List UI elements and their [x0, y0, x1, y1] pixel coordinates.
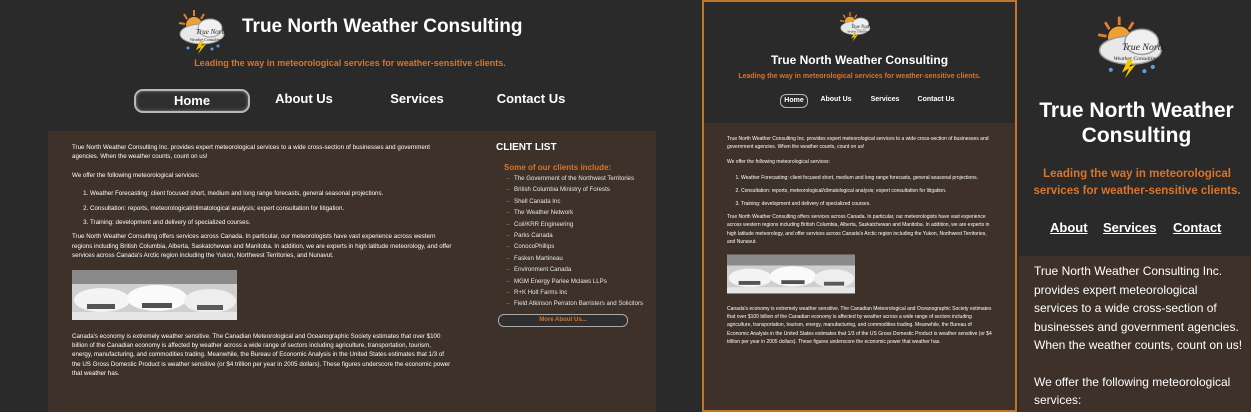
tablet-view: True North Weather Consulting True North… [702, 0, 1017, 412]
nav-services[interactable]: Services [382, 89, 452, 109]
site-logo-icon[interactable]: True North Weather Consulting [1094, 10, 1178, 87]
main-article: True North Weather Consulting Inc. provi… [727, 135, 992, 353]
client-item: Parks Canada [506, 232, 646, 241]
client-item: The Weather Network [506, 209, 646, 218]
content-area: True North Weather Consulting Inc. provi… [48, 131, 656, 412]
site-logo-icon[interactable]: True North Weather Consulting [176, 8, 236, 59]
services-list: Weather Forecasting: client focused shor… [727, 174, 992, 209]
economy-paragraph: Canada's economy is extremely weather se… [72, 332, 451, 378]
client-item: Coil/KRR Engineering [506, 221, 646, 230]
intro-paragraph: True North Weather Consulting Inc. provi… [727, 136, 989, 151]
client-item: Field Atkinson Perraton Barristers and S… [506, 300, 646, 309]
client-item: Fasken Martineau [506, 255, 646, 264]
main-nav: About Services Contact [1019, 220, 1251, 238]
offer-heading: We offer the following meteorological se… [1034, 374, 1231, 408]
nav-contact[interactable]: Contact Us [912, 94, 960, 106]
content-area: True North Weather Consulting Inc. provi… [704, 123, 1015, 410]
service-item: Consultation: reports, meteorological/cl… [741, 187, 992, 195]
site-logo-icon[interactable]: True North Weather Consulting [838, 10, 878, 47]
client-item: R+K Holt Farms Inc [506, 289, 646, 298]
nav-services[interactable]: Services [866, 94, 904, 106]
offer-heading: We offer the following meteorological se… [72, 171, 200, 179]
snow-cars-photo [72, 269, 237, 320]
snow-cars-photo [727, 254, 855, 294]
main-nav: Home About Us Services Contact Us [0, 89, 700, 113]
service-item: Weather Forecasting: client focused shor… [90, 189, 452, 198]
client-item: Shell Canada Inc [506, 198, 646, 207]
nav-contact[interactable]: Contact Us [490, 89, 572, 109]
nav-about[interactable]: About Us [816, 94, 856, 106]
nav-home[interactable]: Home [134, 89, 250, 113]
svg-text:Weather Consulting: Weather Consulting [847, 31, 869, 34]
nav-services[interactable]: Services [1103, 220, 1157, 235]
more-about-us-button[interactable]: More About Us... [498, 313, 628, 327]
coverage-paragraph: True North Weather Consulting offers ser… [72, 233, 452, 260]
client-item: British Columbia Ministry of Forests [506, 186, 646, 195]
offer-heading: We offer the following meteorological se… [727, 159, 830, 166]
svg-text:True North: True North [1122, 42, 1165, 53]
client-item: Environment Canada [506, 266, 646, 275]
nav-about[interactable]: About [1050, 220, 1088, 235]
client-item: The Government of the Northwest Territor… [506, 175, 646, 184]
mobile-view: True North Weather Consulting True North… [1019, 0, 1251, 412]
client-list-subheading: Some of our clients include: [504, 163, 612, 172]
client-list-heading: CLIENT LIST [496, 142, 557, 153]
svg-text:True North: True North [196, 28, 227, 36]
main-article: True North Weather Consulting Inc. provi… [72, 143, 452, 388]
content-area: True North Weather Consulting Inc. provi… [1019, 256, 1251, 412]
client-item: ConocoPhillips [506, 243, 646, 252]
main-nav: Home About Us Services Contact Us [704, 94, 1015, 108]
svg-text:Weather Consulting: Weather Consulting [190, 37, 222, 42]
economy-paragraph: Canada's economy is extremely weather se… [727, 306, 992, 345]
site-title: True North Weather Consulting [770, 53, 949, 67]
intro-paragraph: True North Weather Consulting Inc. provi… [72, 144, 431, 161]
service-item: Weather Forecasting: client focused shor… [741, 174, 992, 182]
nav-contact[interactable]: Contact [1173, 220, 1221, 235]
services-list: Weather Forecasting: client focused shor… [72, 189, 452, 227]
desktop-view: True North Weather Consulting True North… [0, 0, 700, 412]
svg-text:Weather Consulting: Weather Consulting [1114, 56, 1159, 62]
nav-about[interactable]: About Us [268, 89, 340, 109]
site-title: True North Weather Consulting [242, 16, 523, 37]
coverage-paragraph: True North Weather Consulting offers ser… [727, 214, 990, 245]
client-sidebar: CLIENT LIST Some of our clients include:… [496, 142, 646, 327]
intro-paragraph: True North Weather Consulting Inc. provi… [1034, 264, 1243, 352]
site-title: True North Weather Consulting [1039, 99, 1234, 147]
nav-home[interactable]: Home [780, 94, 808, 108]
client-list: The Government of the Northwest Territor… [496, 175, 646, 309]
service-item: Training: development and delivery of sp… [741, 200, 992, 208]
service-item: Consultation: reports, meteorological/cl… [90, 204, 452, 213]
site-tagline: Leading the way in meteorological servic… [1033, 168, 1241, 197]
service-item: Training: development and delivery of sp… [90, 218, 452, 227]
site-tagline: Leading the way in meteorological servic… [194, 58, 506, 68]
main-article: True North Weather Consulting Inc. provi… [1034, 262, 1244, 412]
svg-text:True North: True North [851, 25, 872, 30]
client-item: MGM Energy Parlee Mclaws LLPs [506, 278, 646, 287]
site-tagline: Leading the way in meteorological servic… [738, 73, 981, 80]
